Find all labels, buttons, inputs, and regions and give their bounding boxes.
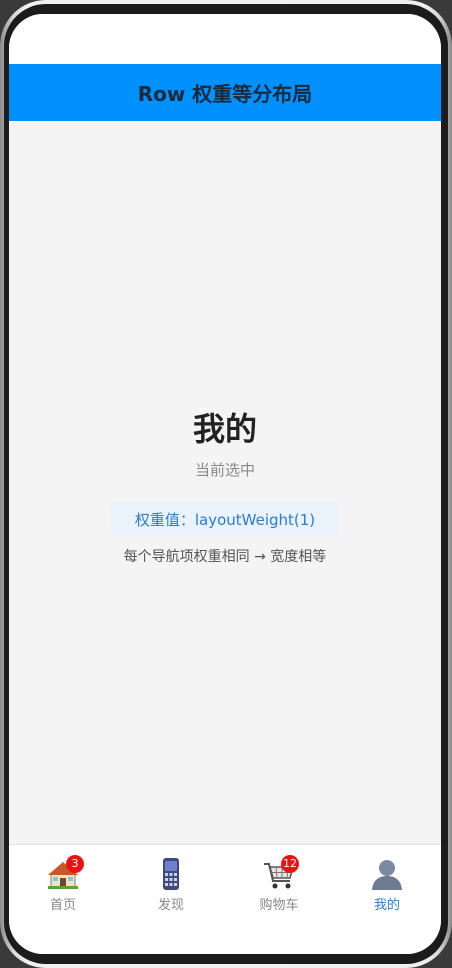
selected-tab-title: 我的	[192, 410, 257, 448]
content-area: 我的 当前选中 权重值：layoutWeight(1) 每个导航项权重相同 → …	[9, 121, 441, 844]
bottom-tab-bar: 3 首页 发现 12 购物车 我的	[9, 844, 441, 954]
tab-home[interactable]: 3 首页	[9, 845, 117, 954]
tab-discover[interactable]: 发现	[117, 845, 225, 954]
selected-subtitle: 当前选中	[194, 461, 255, 479]
page-title: Row 权重等分布局	[137, 82, 313, 106]
tab-home-label: 首页	[49, 898, 76, 913]
status-bar	[9, 14, 441, 64]
tab-mine-label: 我的	[373, 898, 400, 913]
weight-value-badge: 权重值：layoutWeight(1)	[111, 502, 339, 536]
tab-cart[interactable]: 12 购物车	[225, 845, 333, 954]
tab-discover-label: 发现	[157, 898, 184, 913]
phone-screen: Row 权重等分布局 我的 当前选中 权重值：layoutWeight(1) 每…	[9, 14, 441, 954]
cart-badge: 12	[281, 855, 299, 873]
user-icon	[372, 860, 402, 890]
tab-cart-label: 购物车	[259, 898, 299, 913]
phone-icon	[163, 858, 179, 890]
home-badge: 3	[66, 855, 84, 873]
title-bar: Row 权重等分布局	[9, 64, 441, 121]
layout-note: 每个导航项权重相同 → 宽度相等	[123, 549, 327, 565]
tab-mine[interactable]: 我的	[333, 845, 441, 954]
